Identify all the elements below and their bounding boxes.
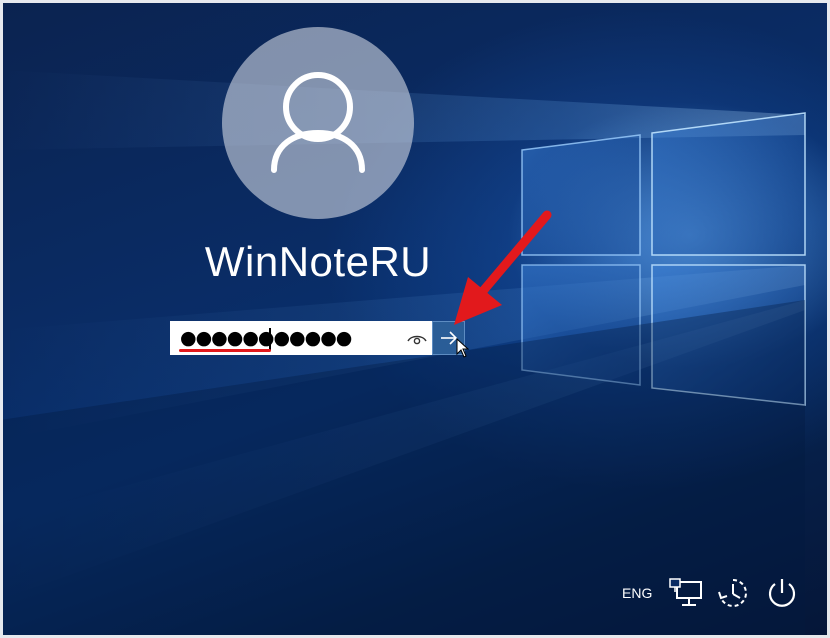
language-indicator[interactable]: ENG xyxy=(622,585,652,601)
text-caret xyxy=(269,328,271,350)
windows-logo-background xyxy=(0,70,806,638)
user-name: WinNoteRU xyxy=(204,238,432,285)
network-icon[interactable] xyxy=(668,578,704,608)
user-silhouette-icon xyxy=(271,72,365,173)
user-avatar xyxy=(222,27,414,219)
lock-screen: WinNoteRU ●●●●●●●●●●● ENG xyxy=(0,0,830,638)
ease-of-access-icon[interactable] xyxy=(716,576,750,610)
password-masked-text: ●●●●●●●●●●● xyxy=(180,327,352,349)
power-icon[interactable] xyxy=(764,575,800,611)
red-annotation-underline xyxy=(179,349,271,352)
password-input[interactable]: ●●●●●●●●●●● xyxy=(170,321,432,355)
red-annotation-arrow xyxy=(454,210,552,325)
mouse-cursor-icon xyxy=(456,338,470,358)
eye-icon[interactable] xyxy=(406,330,428,346)
